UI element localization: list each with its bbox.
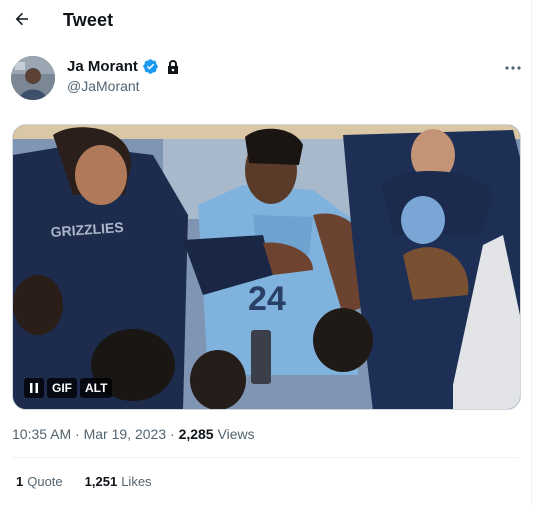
gif-frame-image: GRIZZLIES 24 [13,125,520,409]
likes-count: 1,251 [84,474,118,489]
views-count: 2,285 [178,426,214,442]
pause-button[interactable] [24,378,44,398]
author-handle[interactable]: @JaMorant [67,78,140,94]
meta-separator-2: · [170,426,175,442]
likes-label: Likes [121,474,152,489]
engagement-stats: 1 Quote 1,251 Likes [16,474,152,489]
avatar[interactable] [11,56,55,100]
quotes-count: 1 [16,474,24,489]
more-options-button[interactable] [502,58,524,78]
lock-icon [167,59,178,74]
views-label: Views [217,426,255,442]
tweet-metadata: 10:35 AM · Mar 19, 2023 · 2,285 Views [12,426,255,442]
gif-badge: GIF [47,378,77,398]
pause-icon [30,383,38,393]
arrow-left-icon [15,12,28,26]
tweet-media-gif[interactable]: GRIZZLIES 24 GIF ALT [12,124,521,410]
alt-text-badge[interactable]: ALT [80,378,113,398]
author-name[interactable]: Ja Morant [67,58,138,75]
media-badges: GIF ALT [24,378,113,398]
svg-text:24: 24 [248,280,286,318]
page-title: Tweet [63,10,114,30]
verified-badge-icon [143,59,158,74]
more-horizontal-icon [505,66,521,70]
author-name-row: Ja Morant [67,58,180,75]
page-header: Tweet [0,0,531,42]
avatar-image [11,56,55,100]
tweet-time[interactable]: 10:35 AM [12,426,71,442]
quotes-stat[interactable]: 1 Quote [16,474,63,489]
likes-stat[interactable]: 1,251 Likes [85,474,152,489]
tweet-date[interactable]: Mar 19, 2023 [84,426,167,442]
column-border [531,0,532,505]
back-button[interactable] [8,5,36,33]
quotes-label: Quote [27,474,63,489]
divider [12,457,519,458]
meta-separator: · [75,426,80,442]
tweet-detail-panel: Tweet Ja Morant @JaMorant GRIZZLIES 24 G… [0,0,531,505]
